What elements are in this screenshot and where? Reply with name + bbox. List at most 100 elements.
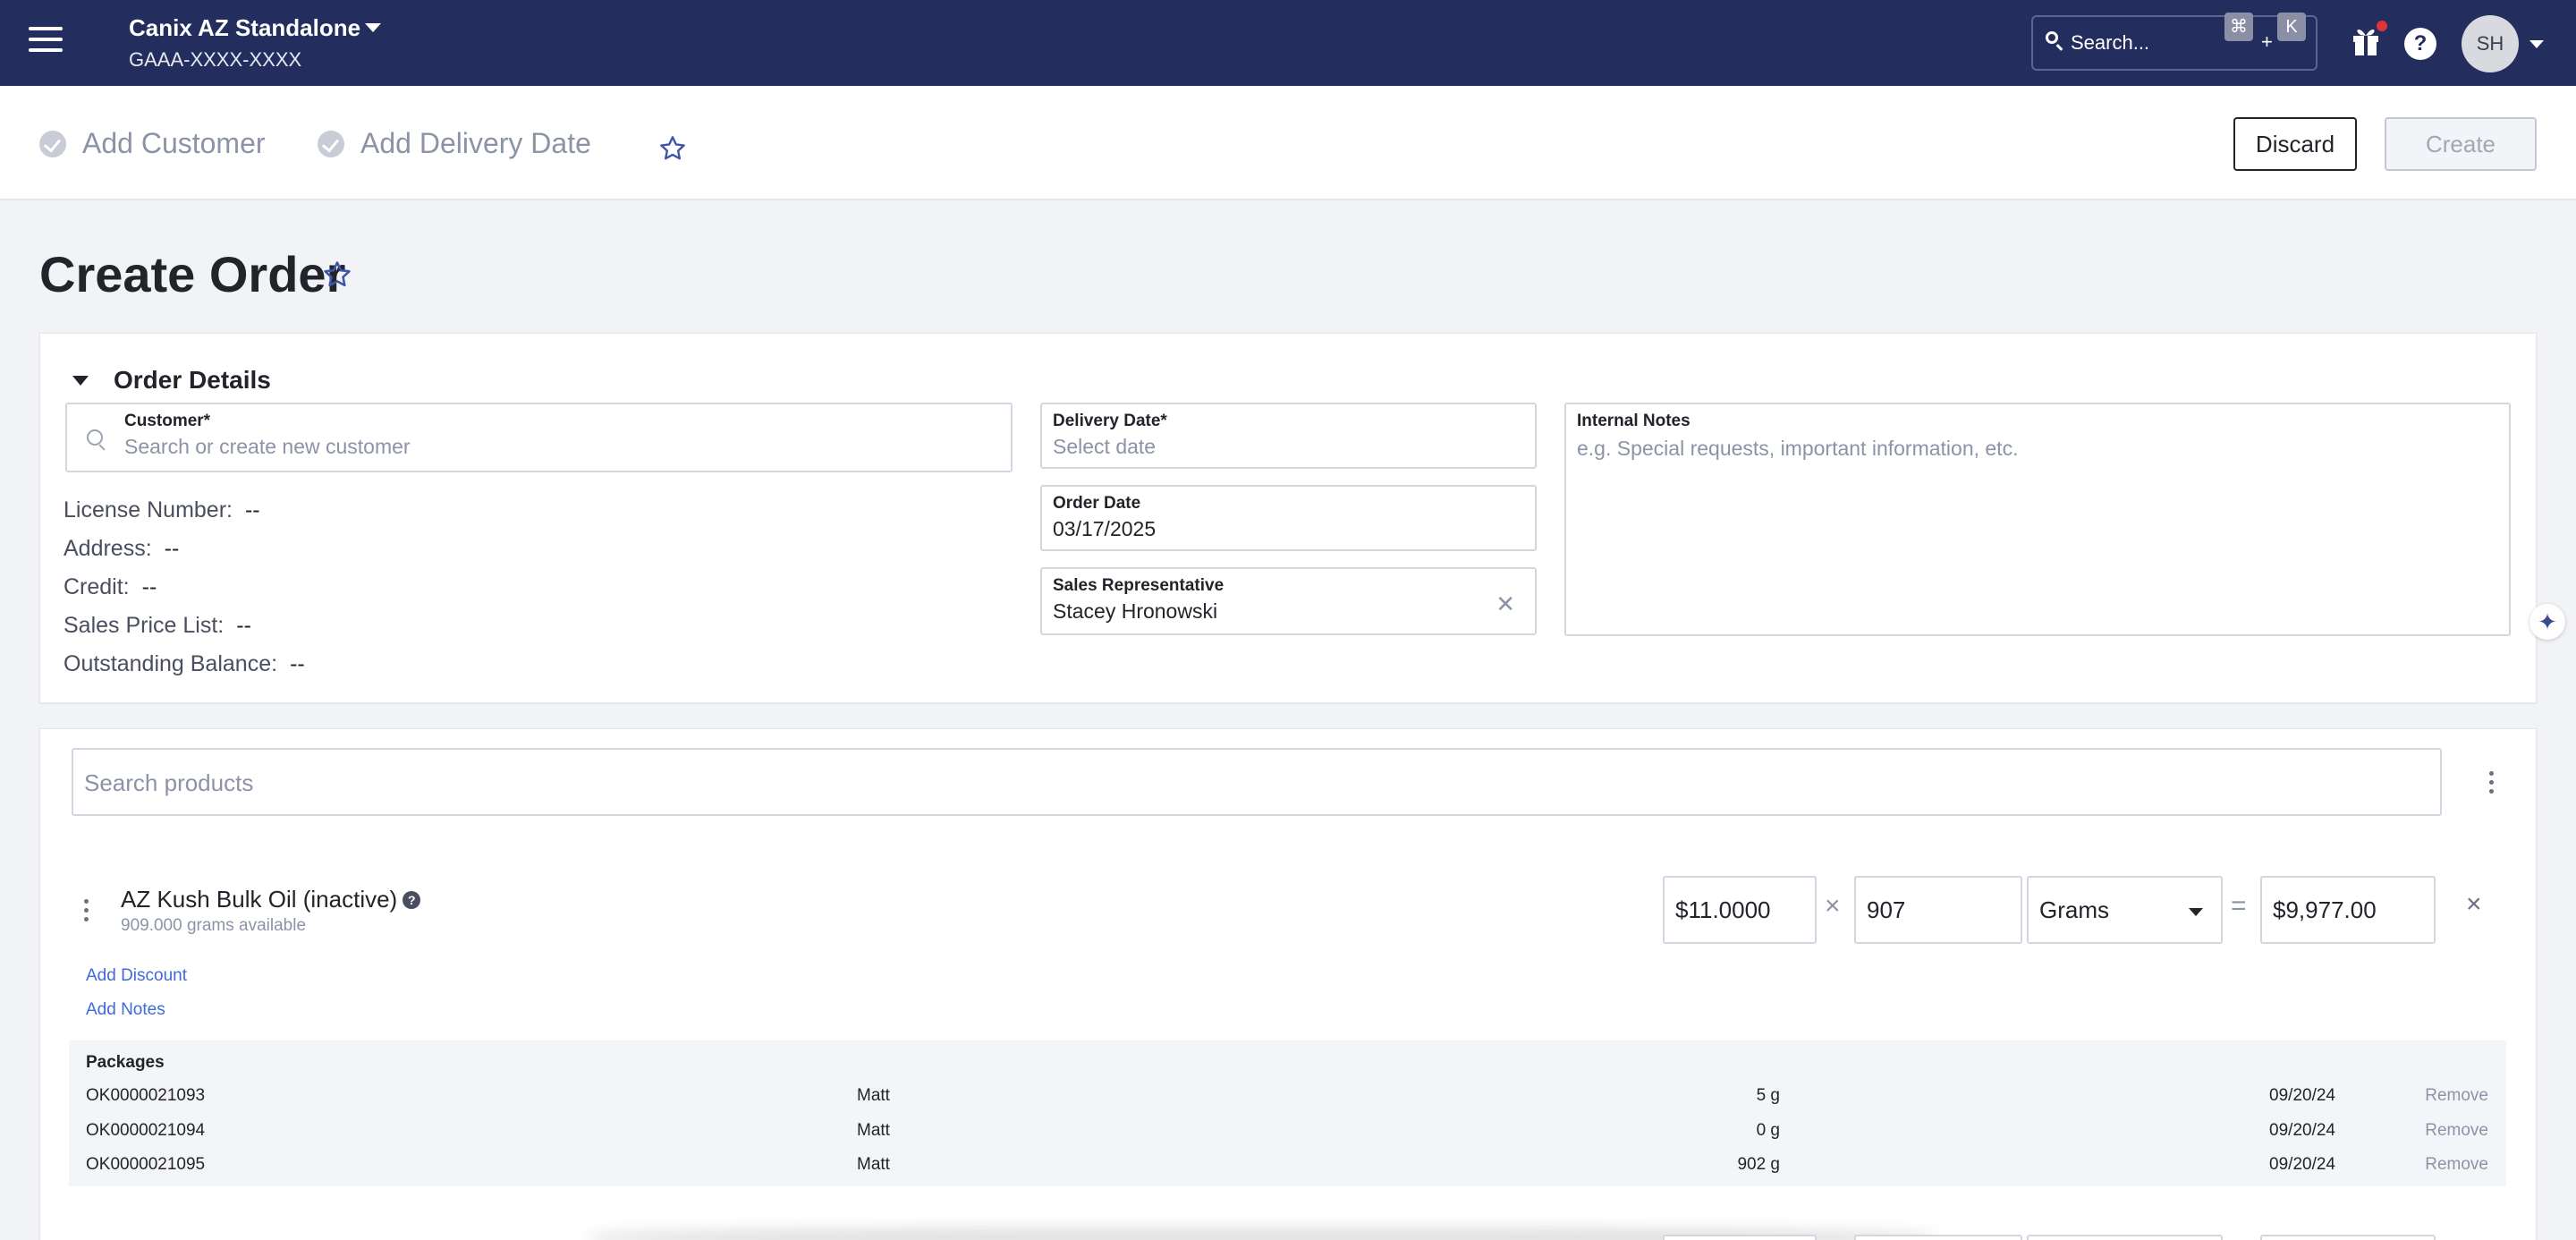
line-item-menu-icon[interactable] <box>84 899 89 926</box>
more-options-icon[interactable] <box>2489 771 2495 798</box>
customer-info-label: License Number: <box>64 497 233 522</box>
customer-info-value: -- <box>164 536 180 561</box>
delivery-date-placeholder: Select date <box>1053 435 1157 458</box>
step-add-customer: Add Customer <box>39 127 266 160</box>
order-details-toggle[interactable]: Order Details <box>72 366 271 395</box>
hamburger-menu-icon[interactable] <box>29 27 63 55</box>
package-owner: Matt <box>857 1155 890 1174</box>
customer-info-label: Outstanding Balance: <box>64 651 278 676</box>
sales-representative-label: Sales Representative <box>1053 576 1224 595</box>
global-search-input[interactable]: Search... <box>2031 15 2318 71</box>
package-tag: OK0000021095 <box>86 1155 206 1174</box>
customer-field-label: Customer* <box>124 412 211 430</box>
step-add-delivery-date: Add Delivery Date <box>318 127 591 160</box>
line-item-product-name-text: AZ Kush Bulk Oil (inactive) <box>121 886 398 913</box>
search-icon <box>2046 31 2058 44</box>
unit-select-value: Grams <box>2039 896 2109 923</box>
caret-down-icon <box>72 375 89 386</box>
tenant-switch-chevron-icon[interactable] <box>365 23 381 32</box>
delivery-date-field[interactable]: Delivery Date* Select date <box>1040 403 1537 469</box>
customer-info-row: Credit: -- <box>64 574 305 613</box>
remove-package-button[interactable]: Remove <box>2425 1086 2488 1106</box>
customer-info-row: Address: -- <box>64 536 305 574</box>
sparkle-icon[interactable]: ✦ <box>2529 604 2565 640</box>
package-date: 09/20/24 <box>2269 1086 2335 1105</box>
shortcut-plus: + <box>2261 30 2273 53</box>
discard-button[interactable]: Discard <box>2233 117 2357 171</box>
step-add-delivery-date-label: Add Delivery Date <box>360 127 591 159</box>
package-quantity: 5 g <box>1756 1086 1780 1105</box>
create-button[interactable]: Create <box>2385 117 2537 171</box>
customer-field-placeholder: Search or create new customer <box>124 435 411 458</box>
top-navigation-bar: Canix AZ Standalone GAAA-XXXX-XXXX Searc… <box>0 0 2576 86</box>
package-tag: OK0000021094 <box>86 1121 206 1140</box>
customer-info-value: -- <box>236 613 251 638</box>
caret-down-icon <box>2189 908 2203 916</box>
help-icon[interactable]: ? <box>402 890 421 909</box>
customer-info-row: License Number: -- <box>64 497 305 536</box>
tenant-license-number: GAAA-XXXX-XXXX <box>129 48 302 71</box>
package-owner: Matt <box>857 1086 890 1105</box>
package-quantity: 902 g <box>1737 1155 1780 1174</box>
internal-notes-field[interactable]: Internal Notes e.g. Special requests, im… <box>1564 403 2511 636</box>
customer-info-row: Outstanding Balance: -- <box>64 651 305 690</box>
customer-info-label: Sales Price List: <box>64 613 225 638</box>
packages-table: Packages OK0000021093 Matt 5 g 09/20/24 … <box>69 1040 2506 1186</box>
delivery-date-label: Delivery Date* <box>1053 412 1167 430</box>
package-date: 09/20/24 <box>2269 1121 2335 1140</box>
star-outline-icon[interactable] <box>658 134 687 163</box>
user-menu-chevron-icon[interactable] <box>2529 40 2544 48</box>
global-search-placeholder: Search... <box>2071 31 2150 54</box>
page-title: Create Order <box>39 246 346 302</box>
order-date-label: Order Date <box>1053 494 1141 513</box>
next-row-total-input[interactable] <box>2260 1235 2436 1240</box>
product-search-input[interactable]: Search products <box>72 748 2442 816</box>
order-date-field[interactable]: Order Date 03/17/2025 <box>1040 485 1537 551</box>
add-discount-link[interactable]: Add Discount <box>86 966 187 986</box>
help-icon[interactable]: ? <box>2404 28 2436 60</box>
remove-package-button[interactable]: Remove <box>2425 1155 2488 1175</box>
check-circle-icon <box>318 130 344 157</box>
next-row-price-input[interactable] <box>1663 1235 1817 1240</box>
customer-info-list: License Number: -- Address: -- Credit: -- Sale… <box>64 497 305 690</box>
customer-search-field[interactable]: Customer* Search or create new customer <box>65 403 1013 472</box>
user-avatar[interactable]: SH <box>2462 15 2519 72</box>
order-date-value: 03/17/2025 <box>1053 517 1157 540</box>
package-quantity: 0 g <box>1756 1121 1780 1140</box>
tenant-name[interactable]: Canix AZ Standalone <box>129 14 360 42</box>
product-search-placeholder: Search products <box>84 769 254 796</box>
customer-info-label: Address: <box>64 536 152 561</box>
package-tag: OK0000021093 <box>86 1086 206 1105</box>
add-notes-link[interactable]: Add Notes <box>86 1000 165 1020</box>
remove-line-item-icon[interactable]: × <box>2466 889 2482 920</box>
line-total-input[interactable]: $9,977.00 <box>2260 876 2436 944</box>
notification-dot <box>2377 21 2387 31</box>
internal-notes-label: Internal Notes <box>1577 412 1690 430</box>
customer-info-value: -- <box>290 651 305 676</box>
multiply-sign: × <box>1825 891 1841 921</box>
shortcut-k-key: K <box>2277 13 2306 41</box>
package-row: OK0000021094 Matt 0 g 09/20/24 Remove <box>69 1121 2506 1156</box>
package-owner: Matt <box>857 1121 890 1140</box>
sales-representative-field[interactable]: Sales Representative Stacey Hronowski ✕ <box>1040 567 1537 635</box>
remove-package-button[interactable]: Remove <box>2425 1121 2488 1141</box>
internal-notes-placeholder: e.g. Special requests, important informa… <box>1577 437 2019 460</box>
next-row-quantity-input[interactable] <box>1854 1235 2022 1240</box>
line-item-product-name[interactable]: AZ Kush Bulk Oil (inactive) ? <box>121 886 421 913</box>
line-item-availability: 909.000 grams available <box>121 916 307 935</box>
customer-info-value: -- <box>141 574 157 599</box>
clear-icon[interactable]: ✕ <box>1496 590 1515 618</box>
order-details-heading: Order Details <box>114 366 271 394</box>
check-circle-icon <box>39 130 66 157</box>
customer-info-label: Credit: <box>64 574 130 599</box>
customer-info-value: -- <box>244 497 260 522</box>
package-date: 09/20/24 <box>2269 1155 2335 1174</box>
next-row-unit-select[interactable] <box>2027 1235 2223 1240</box>
star-outline-icon[interactable] <box>322 259 352 290</box>
package-row: OK0000021095 Matt 902 g 09/20/24 Remove <box>69 1155 2506 1190</box>
quantity-input[interactable]: 907 <box>1854 876 2022 944</box>
unit-select[interactable]: Grams <box>2027 876 2223 944</box>
packages-heading: Packages <box>86 1053 165 1072</box>
unit-price-input[interactable]: $11.0000 <box>1663 876 1817 944</box>
search-icon <box>87 429 103 446</box>
